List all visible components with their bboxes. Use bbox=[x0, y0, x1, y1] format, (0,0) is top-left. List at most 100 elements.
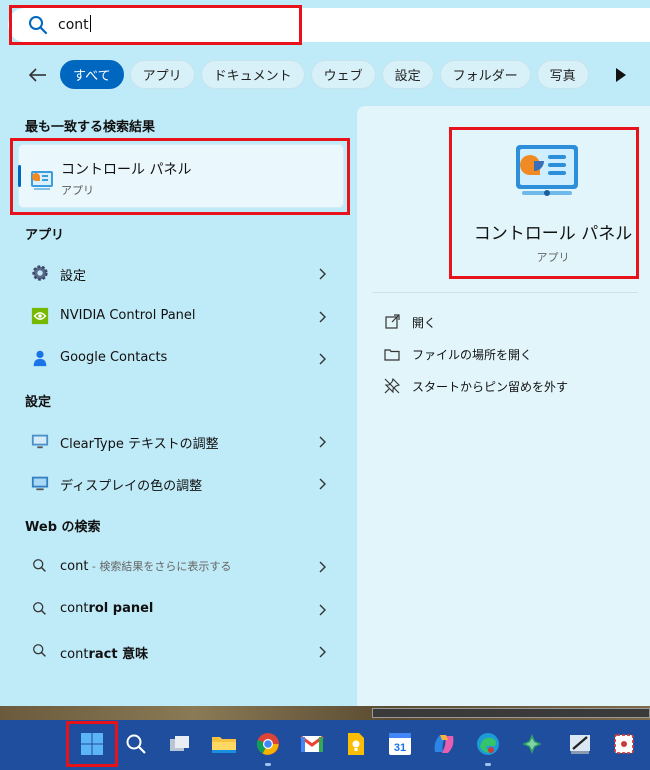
filter-photos[interactable]: 写真 bbox=[536, 60, 589, 89]
screen-recorder-button[interactable] bbox=[608, 728, 640, 760]
file-explorer-icon bbox=[212, 737, 236, 753]
search-icon bbox=[33, 602, 46, 615]
calendar-button[interactable]: 31 bbox=[384, 728, 416, 760]
settings-item-label: ディスプレイの色の調整 bbox=[60, 479, 203, 494]
task-view-icon bbox=[170, 736, 189, 751]
web-item-label: control panel bbox=[60, 601, 153, 616]
open-external-icon bbox=[385, 314, 400, 329]
settings-item-cleartype[interactable]: ClearType テキストの調整 bbox=[18, 421, 344, 461]
keep-button[interactable] bbox=[340, 728, 372, 760]
chevron-right-icon bbox=[319, 604, 326, 616]
file-explorer-button[interactable] bbox=[208, 728, 240, 760]
chevron-right-icon bbox=[319, 436, 326, 448]
settings-item-label: ClearType テキストの調整 bbox=[60, 437, 219, 452]
action-label: スタートからピン留めを外す bbox=[412, 379, 569, 394]
unpin-icon bbox=[384, 378, 400, 394]
web-query-prefix: cont bbox=[60, 647, 89, 662]
search-bar[interactable]: cont bbox=[8, 8, 650, 42]
chevron-right-icon bbox=[319, 561, 326, 573]
search-icon bbox=[33, 644, 46, 657]
more-filters-icon[interactable] bbox=[614, 67, 628, 83]
taskbar: 31 bbox=[0, 720, 650, 770]
control-panel-icon bbox=[31, 171, 53, 190]
chevron-right-icon bbox=[319, 311, 326, 323]
running-indicator bbox=[485, 763, 491, 766]
app-item-google-contacts[interactable]: Google Contacts bbox=[18, 338, 344, 378]
best-match-item[interactable]: コントロール パネル アプリ bbox=[18, 144, 344, 208]
settings-item-display-color[interactable]: ディスプレイの色の調整 bbox=[18, 463, 344, 503]
desktop-background bbox=[0, 706, 650, 720]
contacts-icon bbox=[33, 350, 47, 367]
horizontal-scrollbar[interactable] bbox=[372, 708, 650, 718]
filter-all[interactable]: すべて bbox=[60, 60, 124, 89]
task-view-button[interactable] bbox=[164, 728, 196, 760]
web-item-contract-meaning[interactable]: contract 意味 bbox=[18, 631, 344, 671]
filter-apps[interactable]: アプリ bbox=[129, 60, 195, 89]
chrome-button[interactable] bbox=[252, 728, 284, 766]
selection-indicator bbox=[18, 165, 21, 187]
filter-settings[interactable]: 設定 bbox=[381, 60, 434, 89]
start-icon bbox=[81, 733, 103, 755]
app-item-settings[interactable]: 設定 bbox=[18, 253, 344, 293]
gmail-icon bbox=[300, 735, 324, 752]
app-item-label: Google Contacts bbox=[60, 350, 168, 365]
screen-recorder-icon bbox=[614, 734, 634, 754]
nvidia-icon bbox=[31, 307, 49, 325]
filter-web[interactable]: ウェブ bbox=[310, 60, 376, 89]
taskbar-search[interactable] bbox=[120, 728, 152, 760]
back-button[interactable] bbox=[26, 63, 50, 87]
search-input[interactable]: cont bbox=[58, 15, 91, 33]
search-icon bbox=[29, 16, 48, 35]
best-match-heading: 最も一致する検索結果 bbox=[25, 120, 156, 135]
web-item-more-results[interactable]: cont - 検索結果をさらに表示する bbox=[18, 546, 344, 586]
web-item-label: contract 意味 bbox=[60, 643, 148, 662]
filter-documents[interactable]: ドキュメント bbox=[200, 60, 305, 89]
green-app-button[interactable] bbox=[516, 728, 548, 760]
gear-icon bbox=[32, 265, 48, 281]
chevron-right-icon bbox=[319, 478, 326, 490]
chevron-right-icon bbox=[319, 646, 326, 658]
detail-pane: コントロール パネル アプリ bbox=[357, 106, 650, 706]
search-icon bbox=[33, 559, 46, 572]
web-query-prefix: cont bbox=[60, 601, 89, 616]
action-label: 開く bbox=[412, 315, 437, 330]
app-item-nvidia[interactable]: NVIDIA Control Panel bbox=[18, 296, 344, 336]
web-search-heading: Web の検索 bbox=[25, 520, 101, 535]
keep-icon bbox=[348, 733, 364, 755]
svg-text:31: 31 bbox=[394, 742, 406, 754]
web-suggestion-completion: rol panel bbox=[88, 601, 154, 616]
copilot-icon bbox=[434, 735, 454, 753]
chevron-right-icon bbox=[319, 353, 326, 365]
action-open-file-location[interactable]: ファイルの場所を開く bbox=[384, 343, 532, 365]
folder-icon bbox=[384, 349, 400, 361]
back-arrow-icon bbox=[28, 68, 46, 82]
action-unpin-from-start[interactable]: スタートからピン留めを外す bbox=[384, 375, 568, 397]
copilot-button[interactable] bbox=[428, 728, 460, 760]
settings-heading: 設定 bbox=[25, 395, 52, 410]
edge-button[interactable] bbox=[472, 728, 504, 766]
display-icon bbox=[31, 476, 49, 491]
action-label: ファイルの場所を開く bbox=[412, 347, 533, 362]
web-suggestion-completion: ract 意味 bbox=[88, 647, 149, 662]
calendar-icon: 31 bbox=[389, 733, 411, 755]
filter-folders[interactable]: フォルダー bbox=[439, 60, 531, 89]
start-button[interactable] bbox=[76, 728, 108, 760]
web-more-results-suffix: - 検索結果をさらに表示する bbox=[88, 560, 232, 573]
action-open[interactable]: 開く bbox=[384, 311, 436, 333]
detail-divider bbox=[372, 292, 638, 293]
best-match-title: コントロール パネル bbox=[61, 162, 192, 178]
web-item-label: cont - 検索結果をさらに表示する bbox=[60, 558, 231, 574]
detail-title: コントロール パネル bbox=[473, 224, 633, 244]
chrome-icon bbox=[256, 733, 279, 755]
snipping-tool-button[interactable] bbox=[564, 728, 596, 760]
web-item-control-panel[interactable]: control panel bbox=[18, 589, 344, 629]
apps-heading: アプリ bbox=[25, 228, 65, 243]
gmail-button[interactable] bbox=[296, 728, 328, 760]
app-item-label: 設定 bbox=[60, 269, 87, 284]
best-match-subtitle: アプリ bbox=[61, 184, 94, 197]
snipping-icon bbox=[570, 735, 590, 754]
chevron-right-icon bbox=[319, 268, 326, 280]
search-icon bbox=[126, 734, 146, 754]
filter-chips: すべて アプリ ドキュメント ウェブ 設定 フォルダー 写真 bbox=[60, 60, 589, 89]
web-query-prefix: cont bbox=[60, 559, 89, 574]
